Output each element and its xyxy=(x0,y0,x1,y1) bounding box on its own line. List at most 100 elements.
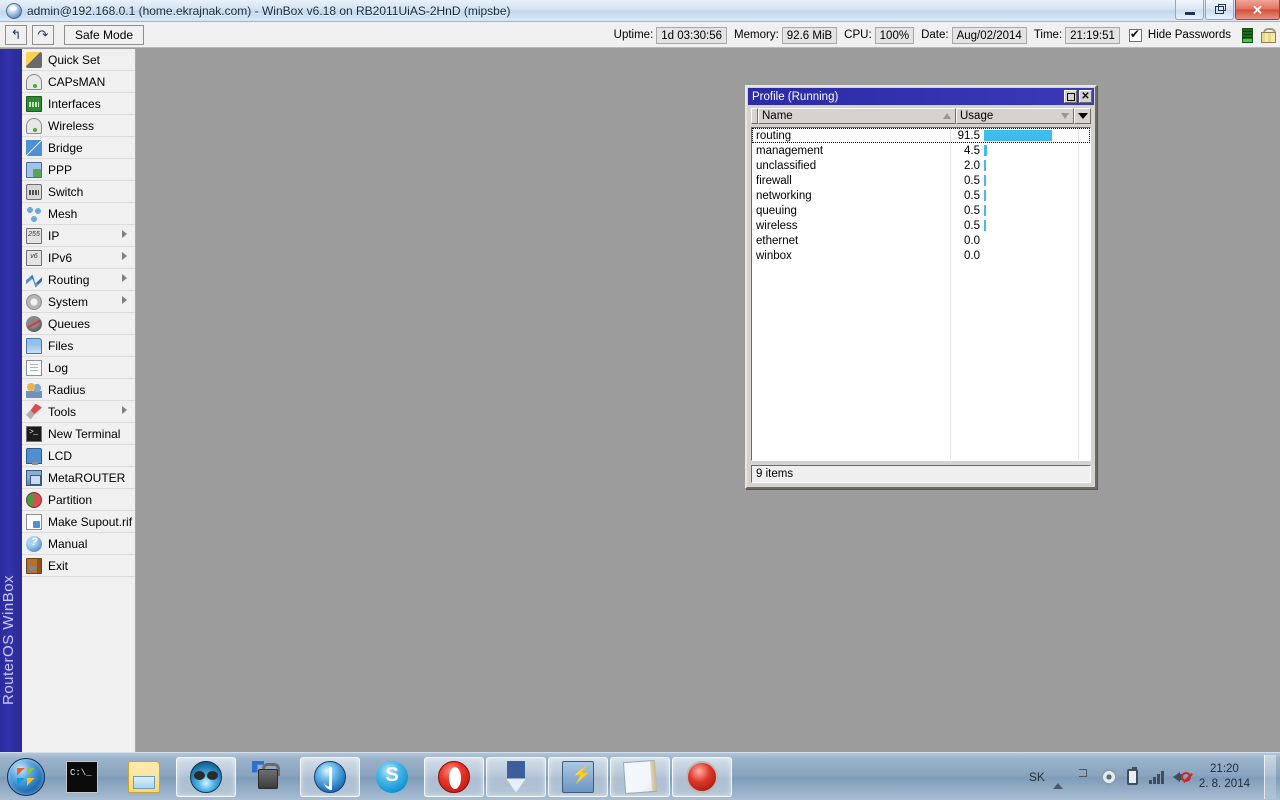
terminal-icon xyxy=(26,425,42,442)
sidebar-item-label: IP xyxy=(48,228,60,243)
profile-close-button[interactable]: ✕ xyxy=(1079,90,1092,103)
taskbar-item-opera[interactable] xyxy=(424,756,484,797)
sidebar-item-quick-set[interactable]: Quick Set xyxy=(22,49,135,71)
sidebar-item-bridge[interactable]: Bridge xyxy=(22,137,135,159)
row-usage: 0.0 xyxy=(964,234,980,247)
sidebar-item-label: IPv6 xyxy=(48,250,73,265)
usage-bar xyxy=(983,160,1090,171)
taskbar-item-java[interactable] xyxy=(300,756,360,797)
sidebar-item-label: Wireless xyxy=(48,118,95,133)
sidebar-item-exit[interactable]: Exit xyxy=(22,555,135,577)
sidebar-item-routing[interactable]: Routing xyxy=(22,269,135,291)
sidebar-item-lcd[interactable]: LCD xyxy=(22,445,135,467)
sidebar-item-ip[interactable]: 255 IP xyxy=(22,225,135,247)
volume-muted-icon[interactable] xyxy=(1172,769,1191,785)
skype-icon xyxy=(376,760,408,793)
sidebar-item-manual[interactable]: Manual xyxy=(22,533,135,555)
row-usage: 4.5 xyxy=(964,144,980,157)
sidebar-item-label: LCD xyxy=(48,448,73,463)
taskbar-item-file-explorer[interactable] xyxy=(114,757,174,797)
sidebar-item-capsman[interactable]: CAPsMAN xyxy=(22,71,135,93)
sidebar-item-tools[interactable]: Tools xyxy=(22,401,135,423)
sidebar-item-new-terminal[interactable]: New Terminal xyxy=(22,423,135,445)
input-language-indicator[interactable]: SK xyxy=(1029,770,1045,784)
router-status-strip: Uptime: 1d 03:30:56 Memory: 92.6 MiB CPU… xyxy=(610,22,1276,48)
sidebar-item-label: Files xyxy=(48,338,74,353)
table-row[interactable]: unclassified 2.0 xyxy=(752,158,1090,173)
network-signal-icon[interactable] xyxy=(1148,770,1165,784)
clock[interactable]: 21:20 2. 8. 2014 xyxy=(1199,762,1250,792)
notepad-icon xyxy=(622,759,658,794)
taskbar-item-winbox[interactable] xyxy=(176,756,236,797)
row-name: routing xyxy=(756,129,792,142)
row-name: unclassified xyxy=(756,159,817,172)
sidebar-item-interfaces[interactable]: Interfaces xyxy=(22,93,135,115)
manual-icon xyxy=(26,535,42,552)
redo-button[interactable]: ↷ xyxy=(32,24,54,45)
profile-table[interactable]: routing 91.5 management 4.5 unclassified… xyxy=(751,127,1091,461)
time-label: Time: xyxy=(1033,29,1063,41)
profile-window-titlebar[interactable]: Profile (Running) ✕ xyxy=(748,88,1094,105)
minimize-button[interactable] xyxy=(1175,0,1204,20)
column-header-usage[interactable]: Usage xyxy=(956,108,1074,124)
taskbar-item-red-app[interactable] xyxy=(672,756,732,797)
table-row[interactable]: wireless 0.5 xyxy=(752,218,1090,233)
taskbar-item-command-prompt[interactable] xyxy=(52,757,112,797)
taskbar-item-lock-tool[interactable] xyxy=(238,757,298,797)
sidebar-item-metarouter[interactable]: MetaROUTER xyxy=(22,467,135,489)
chevron-down-icon xyxy=(1077,113,1088,119)
start-button[interactable] xyxy=(2,755,50,799)
battery-icon[interactable] xyxy=(1125,766,1141,785)
column-chooser-dropdown[interactable] xyxy=(1074,108,1091,124)
chevron-right-icon xyxy=(122,296,127,304)
hide-passwords-label: Hide Passwords xyxy=(1147,29,1231,41)
taskbar-item-download-manager[interactable] xyxy=(486,756,546,797)
hide-passwords-checkbox[interactable] xyxy=(1128,27,1142,42)
sidebar-item-label: Exit xyxy=(48,558,69,573)
table-row[interactable]: ethernet 0.0 xyxy=(752,233,1090,248)
action-center-flag-icon[interactable] xyxy=(1077,769,1093,785)
column-grip[interactable] xyxy=(751,108,758,124)
profile-maximize-button[interactable] xyxy=(1064,90,1077,103)
safe-mode-button[interactable]: Safe Mode xyxy=(64,24,145,45)
sidebar-item-switch[interactable]: Switch xyxy=(22,181,135,203)
sidebar-item-wireless[interactable]: Wireless xyxy=(22,115,135,137)
table-row[interactable]: winbox 0.0 xyxy=(752,248,1090,263)
close-button[interactable]: ✕ xyxy=(1235,0,1280,20)
clock-time: 21:20 xyxy=(1210,762,1239,775)
row-name: winbox xyxy=(756,249,792,262)
interfaces-icon xyxy=(26,95,42,112)
taskbar-item-skype[interactable] xyxy=(362,757,422,797)
sidebar-item-files[interactable]: Files xyxy=(22,335,135,357)
taskbar-item-network-config[interactable] xyxy=(548,756,608,797)
table-row[interactable]: networking 0.5 xyxy=(752,188,1090,203)
table-row[interactable]: queuing 0.5 xyxy=(752,203,1090,218)
usage-bar xyxy=(983,175,1090,186)
restore-button[interactable] xyxy=(1205,0,1234,20)
show-desktop-button[interactable] xyxy=(1264,754,1276,799)
cpu-load-meter-icon xyxy=(1242,27,1253,43)
mesh-icon xyxy=(26,205,42,222)
sidebar-item-log[interactable]: Log xyxy=(22,357,135,379)
table-row[interactable]: management 4.5 xyxy=(752,143,1090,158)
sidebar-item-make-supout[interactable]: Make Supout.rif xyxy=(22,511,135,533)
download-icon xyxy=(507,760,525,793)
table-row[interactable]: firewall 0.5 xyxy=(752,173,1090,188)
show-hidden-icons-icon[interactable] xyxy=(1052,768,1069,789)
row-usage: 2.0 xyxy=(964,159,980,172)
sidebar-item-ppp[interactable]: PPP xyxy=(22,159,135,181)
column-header-name[interactable]: Name xyxy=(758,108,956,124)
table-row[interactable]: routing 91.5 xyxy=(752,128,1090,143)
sidebar-item-queues[interactable]: Queues xyxy=(22,313,135,335)
sidebar-item-label: Manual xyxy=(48,536,88,551)
sidebar-item-mesh[interactable]: Mesh xyxy=(22,203,135,225)
sidebar-item-label: Log xyxy=(48,360,69,375)
sidebar-item-system[interactable]: System xyxy=(22,291,135,313)
sidebar-item-partition[interactable]: Partition xyxy=(22,489,135,511)
sidebar-item-radius[interactable]: Radius xyxy=(22,379,135,401)
taskbar-item-notepad[interactable] xyxy=(610,756,670,797)
media-icon[interactable] xyxy=(1100,768,1117,785)
undo-button[interactable]: ↰ xyxy=(5,24,27,45)
sidebar-item-ipv6[interactable]: v6 IPv6 xyxy=(22,247,135,269)
sidebar-item-label: Partition xyxy=(48,492,93,507)
